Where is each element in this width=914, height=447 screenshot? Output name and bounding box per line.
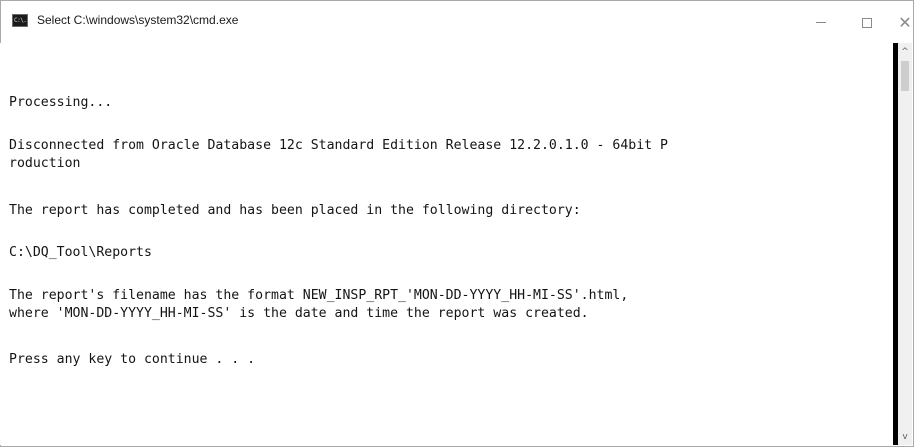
scroll-down-arrow-icon[interactable]: v: [898, 428, 912, 445]
console-line: Processing...: [9, 95, 113, 110]
close-button[interactable]: ✕: [890, 1, 913, 44]
maximize-icon: [862, 17, 872, 28]
console-line: Disconnected from Oracle Database 12c St…: [9, 138, 668, 153]
console-line: C:\DQ_Tool\Reports: [9, 245, 152, 260]
minimize-button[interactable]: [798, 1, 844, 44]
console-line: where 'MON-DD-YYYY_HH-MI-SS' is the date…: [9, 306, 589, 321]
window-title: Select C:\windows\system32\cmd.exe: [37, 13, 239, 27]
console-line: Press any key to continue . . .: [9, 352, 256, 367]
console-output[interactable]: Processing... Disconnected from Oracle D…: [0, 43, 893, 445]
console-line: The report has completed and has been pl…: [9, 203, 581, 218]
vertical-scrollbar[interactable]: ^ v: [898, 43, 912, 445]
maximize-button[interactable]: [844, 1, 890, 44]
scroll-thumb[interactable]: [901, 61, 909, 91]
title-bar[interactable]: C:\. Select C:\windows\system32\cmd.exe …: [1, 1, 913, 44]
console-line: roduction: [9, 156, 81, 171]
console-line: The report's filename has the format NEW…: [9, 288, 629, 303]
cmd-icon-text: C:\.: [14, 16, 27, 24]
scroll-up-arrow-icon[interactable]: ^: [898, 43, 912, 60]
cmd-icon[interactable]: C:\.: [12, 14, 28, 27]
close-icon: ✕: [898, 12, 912, 32]
minimize-icon: [816, 22, 826, 23]
